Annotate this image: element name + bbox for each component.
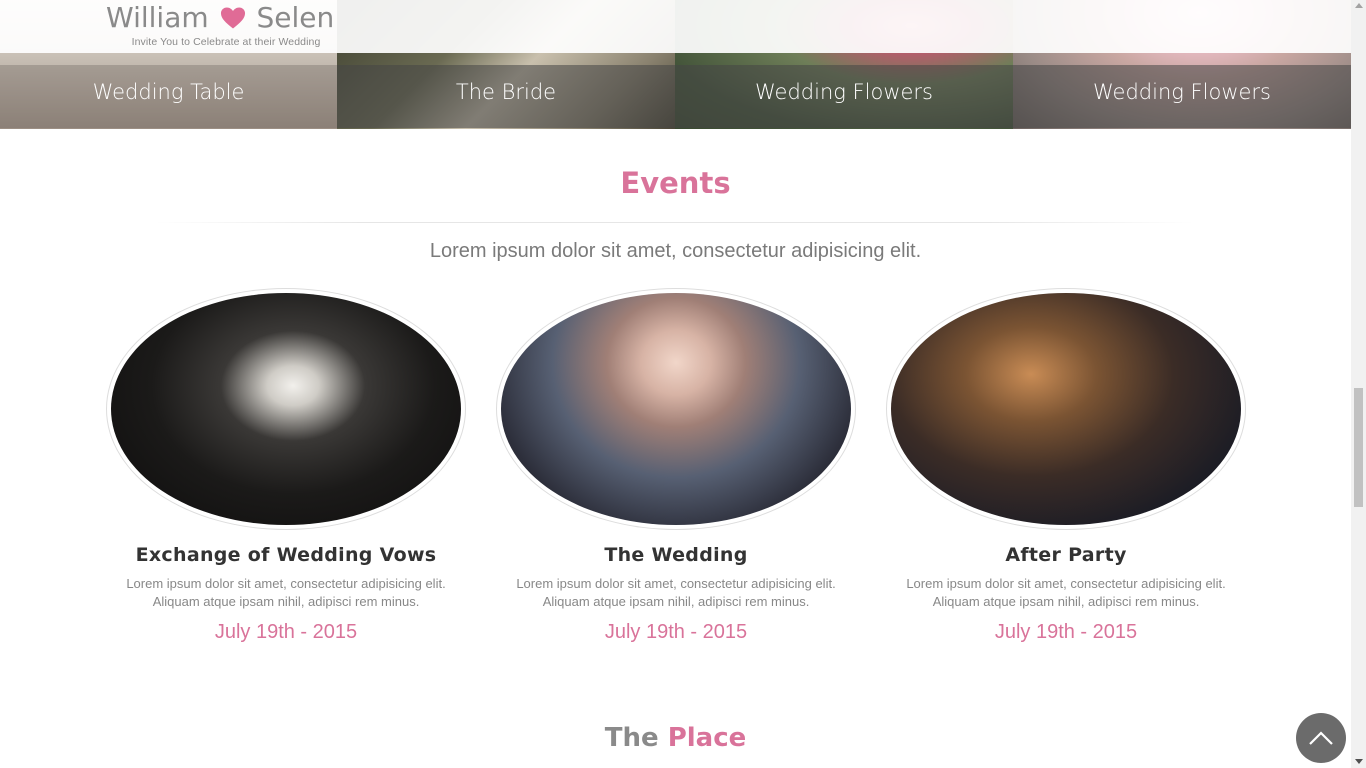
place-title-plain: The [604,723,659,753]
event-title: Exchange of Wedding Vows [135,544,437,566]
event-title: After Party [1005,544,1127,566]
brand-tagline: Invite You to Celebrate at their Wedding [131,36,321,48]
events-title: Events [620,166,731,200]
event-description-line: Aliquam atque ipsam nihil, adipisci rem … [932,594,1200,609]
gallery-caption: Wedding Table [92,80,245,104]
scrollbar-thumb[interactable] [1354,388,1363,507]
brand-name-right: Selen [256,1,335,34]
event-photo [106,288,466,530]
event-description: Lorem ipsum dolor sit amet, consectetur … [886,575,1246,611]
event-card: Exchange of Wedding Vows Lorem ipsum dol… [106,288,466,644]
event-photo [496,288,856,530]
brand-name: William Selen [106,0,336,36]
event-photo-image [501,293,851,525]
event-card: After Party Lorem ipsum dolor sit amet, … [886,288,1246,644]
heart-icon [218,0,248,36]
event-description-line: Aliquam atque ipsam nihil, adipisci rem … [152,594,420,609]
event-card: The Wedding Lorem ipsum dolor sit amet, … [496,288,856,644]
event-date: July 19th - 2015 [214,621,358,643]
gallery-caption: The Bride [455,80,557,104]
event-description: Lorem ipsum dolor sit amet, consectetur … [496,575,856,611]
event-description-line: Aliquam atque ipsam nihil, adipisci rem … [542,594,810,609]
place-title: The Place [0,723,1351,753]
event-photo-image [111,293,461,525]
back-to-top-button[interactable] [1296,713,1346,763]
scroll-up-arrow-icon[interactable] [1354,3,1363,8]
event-description-line: Lorem ipsum dolor sit amet, consectetur … [906,576,1226,591]
event-date: July 19th - 2015 [604,621,748,643]
event-photo [886,288,1246,530]
scroll-down-arrow-icon[interactable] [1354,759,1363,764]
vertical-scrollbar[interactable] [1351,0,1366,768]
event-description: Lorem ipsum dolor sit amet, consectetur … [106,575,466,611]
brand-logo[interactable]: William Selen Invite You to Celebrate at… [106,0,336,48]
event-date: July 19th - 2015 [994,621,1138,643]
site-header: William Selen Invite You to Celebrate at… [0,0,1351,53]
place-title-accent: Place [667,723,747,753]
gallery-caption: Wedding Flowers [755,80,933,104]
event-description-line: Lorem ipsum dolor sit amet, consectetur … [126,576,446,591]
event-photo-image [891,293,1241,525]
events-subtitle: Lorem ipsum dolor sit amet, consectetur … [429,240,922,262]
brand-name-left: William [106,1,209,34]
event-title: The Wedding [604,544,748,566]
event-description-line: Lorem ipsum dolor sit amet, consectetur … [516,576,836,591]
chevron-up-icon [1309,731,1333,745]
gallery-caption: Wedding Flowers [1093,80,1271,104]
section-divider [155,222,1195,223]
